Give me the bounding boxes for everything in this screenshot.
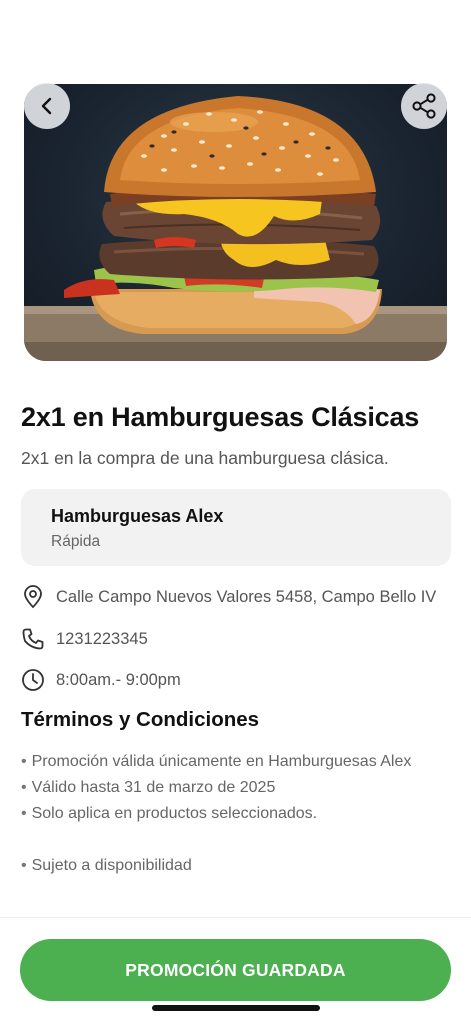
chevron-left-icon — [41, 97, 52, 115]
address-row[interactable]: Calle Campo Nuevos Valores 5458, Campo B… — [21, 585, 436, 609]
hours-row: 8:00am.- 9:00pm — [21, 668, 181, 692]
home-indicator — [152, 1005, 320, 1011]
address-text: Calle Campo Nuevos Valores 5458, Campo B… — [56, 587, 437, 606]
back-button[interactable] — [24, 83, 70, 129]
share-icon — [412, 93, 436, 119]
promo-saved-button[interactable]: PROMOCIÓN GUARDADA — [20, 939, 451, 1001]
share-button[interactable] — [401, 83, 447, 129]
hero-image — [24, 84, 447, 361]
terms-list: Promoción válida únicamente en Hamburgue… — [21, 752, 461, 882]
clock-icon — [21, 668, 45, 692]
promo-subtitle: 2x1 en la compra de una hamburguesa clás… — [21, 448, 389, 468]
terms-item: Promoción válida únicamente en Hamburgue… — [21, 752, 461, 778]
hours-text: 8:00am.- 9:00pm — [56, 670, 181, 689]
footer-divider — [0, 917, 471, 918]
promo-title: 2x1 en Hamburguesas Clásicas — [21, 402, 420, 432]
phone-row[interactable]: 1231223345 — [21, 627, 148, 651]
burger-illustration — [24, 96, 447, 361]
store-name: Hamburguesas Alex — [51, 506, 224, 526]
terms-item: Sujeto a disponibilidad — [21, 856, 461, 882]
terms-title: Términos y Condiciones — [21, 708, 260, 731]
phone-text: 1231223345 — [56, 629, 148, 648]
terms-item: Solo aplica en productos seleccionados. — [21, 804, 461, 830]
store-category: Rápida — [51, 533, 101, 550]
terms-item: Válido hasta 31 de marzo de 2025 — [21, 778, 461, 804]
store-card[interactable]: Hamburguesas Alex Rápida — [21, 489, 451, 566]
phone-icon — [21, 627, 45, 651]
location-pin-icon — [21, 585, 45, 609]
